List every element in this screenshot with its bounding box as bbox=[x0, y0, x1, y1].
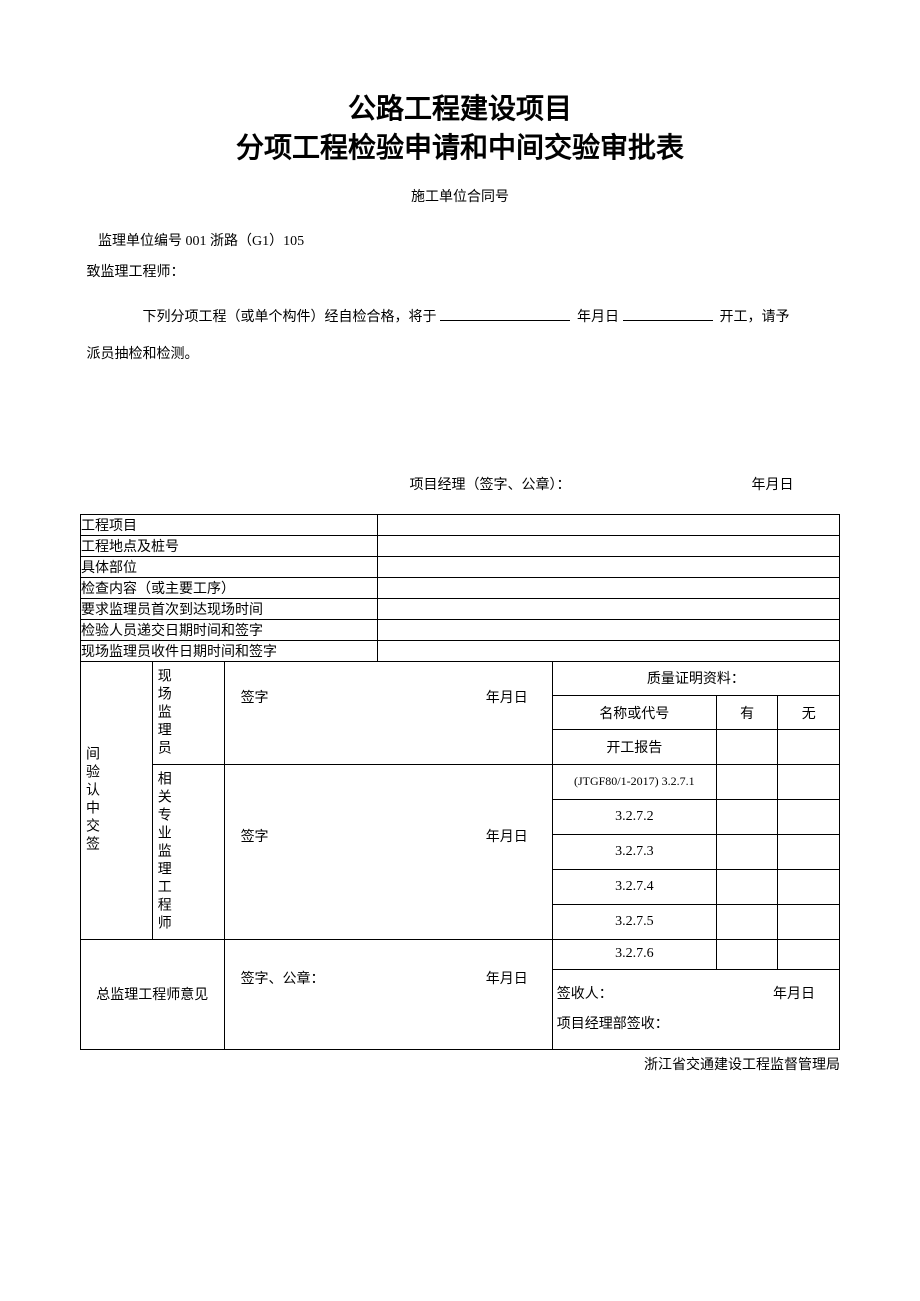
intro-after: 开工，请予 bbox=[720, 310, 790, 325]
recv-block[interactable]: 项目经理部签收： 签收人： 年月日 bbox=[552, 969, 839, 1049]
mid-group: 间验认中交签 bbox=[81, 661, 153, 939]
mid-role2-sign-area[interactable]: 签字 年月日 bbox=[224, 764, 552, 939]
title-line-1: 公路工程建设项目 bbox=[348, 94, 572, 125]
cert-item-5: 3.2.7.5 bbox=[552, 904, 716, 939]
cert-item-1: (JTGF80/1-2017) 3.2.7.1 bbox=[552, 764, 716, 799]
label-location: 工程地点及桩号 bbox=[81, 535, 378, 556]
cert-yes-5[interactable] bbox=[716, 904, 778, 939]
value-part[interactable] bbox=[378, 556, 840, 577]
label-site-receive: 现场监理员收件日期时间和签字 bbox=[81, 640, 378, 661]
cert-item-0: 开工报告 bbox=[552, 730, 716, 764]
recv-person-label: 签收人： bbox=[557, 983, 613, 1003]
mid-role1: 现场监理员 bbox=[152, 661, 224, 764]
page-title: 公路工程建设项目 分项工程检验申请和中间交验审批表 bbox=[80, 90, 840, 168]
cert-no-header: 无 bbox=[778, 695, 840, 729]
cert-no-0[interactable] bbox=[778, 730, 840, 764]
cert-no-1[interactable] bbox=[778, 764, 840, 799]
label-inspector-submit: 检验人员递交日期时间和签字 bbox=[81, 619, 378, 640]
mid-role2: 相关专业监理工程师 bbox=[152, 764, 224, 939]
footer: 浙江省交通建设工程监督管理局 bbox=[80, 1054, 840, 1074]
cert-item-4: 3.2.7.4 bbox=[552, 869, 716, 904]
row-first-arrival: 要求监理员首次到达现场时间 bbox=[81, 598, 840, 619]
title-line-2: 分项工程检验申请和中间交验审批表 bbox=[236, 133, 684, 164]
cert-yes-3[interactable] bbox=[716, 834, 778, 869]
cert-yes-0[interactable] bbox=[716, 730, 778, 764]
row-location: 工程地点及桩号 bbox=[81, 535, 840, 556]
cert-name-header: 名称或代号 bbox=[552, 695, 716, 729]
value-inspector-submit[interactable] bbox=[378, 619, 840, 640]
cert-item-6: 3.2.7.6 bbox=[552, 939, 716, 969]
cert-yes-4[interactable] bbox=[716, 869, 778, 904]
value-project[interactable] bbox=[378, 514, 840, 535]
value-site-receive[interactable] bbox=[378, 640, 840, 661]
value-content[interactable] bbox=[378, 577, 840, 598]
value-location[interactable] bbox=[378, 535, 840, 556]
cert-no-2[interactable] bbox=[778, 799, 840, 834]
date-blank-2[interactable] bbox=[623, 306, 713, 321]
pm-sig-label: 项目经理（签字、公章）： bbox=[307, 471, 674, 502]
opinion-label: 总监理工程师意见 bbox=[81, 939, 225, 1049]
label-part: 具体部位 bbox=[81, 556, 378, 577]
pm-sig-date: 年月日 bbox=[674, 471, 794, 502]
label-project: 工程项目 bbox=[81, 514, 378, 535]
cert-no-6[interactable] bbox=[778, 939, 840, 969]
cert-no-4[interactable] bbox=[778, 869, 840, 904]
form-table: 致监理工程师： 下列分项工程（或单个构件）经自检合格，将于 年月日 开工，请予 … bbox=[80, 252, 840, 1049]
value-first-arrival[interactable] bbox=[378, 598, 840, 619]
row-part: 具体部位 bbox=[81, 556, 840, 577]
row-project: 工程项目 bbox=[81, 514, 840, 535]
mid-role1-sign-area[interactable]: 签字 年月日 bbox=[224, 661, 552, 764]
intro-mid: 年月日 bbox=[577, 310, 619, 325]
mid-role1-date-label: 年月日 bbox=[486, 687, 528, 707]
intro-tail: 派员抽检和检测。 bbox=[87, 340, 834, 371]
cert-item-3: 3.2.7.3 bbox=[552, 834, 716, 869]
subheader: 施工单位合同号 bbox=[80, 186, 840, 206]
mid-role2-date-label: 年月日 bbox=[486, 826, 528, 846]
cert-no-3[interactable] bbox=[778, 834, 840, 869]
cert-yes-1[interactable] bbox=[716, 764, 778, 799]
cert-yes-header: 有 bbox=[716, 695, 778, 729]
intro-body: 下列分项工程（或单个构件）经自检合格，将于 年月日 开工，请予 bbox=[87, 303, 834, 334]
opinion-sign-area[interactable]: 签字、公章： 年月日 bbox=[224, 939, 552, 1049]
mid-role1-sign-label: 签字 bbox=[241, 687, 269, 707]
mid-role2-sign-label: 签字 bbox=[241, 826, 269, 846]
cert-yes-2[interactable] bbox=[716, 799, 778, 834]
row-content: 检查内容（或主要工序） bbox=[81, 577, 840, 598]
row-site-receive: 现场监理员收件日期时间和签字 bbox=[81, 640, 840, 661]
reference-line: 监理单位编号 001 浙路（G1）105 bbox=[98, 230, 838, 250]
recv-date-label: 年月日 bbox=[773, 983, 815, 1003]
pm-signature-row: 项目经理（签字、公章）： 年月日 bbox=[87, 431, 834, 514]
cert-no-5[interactable] bbox=[778, 904, 840, 939]
cert-item-2: 3.2.7.2 bbox=[552, 799, 716, 834]
opinion-sign-label: 签字、公章： bbox=[241, 968, 325, 988]
intro-before: 下列分项工程（或单个构件）经自检合格，将于 bbox=[143, 310, 437, 325]
cert-yes-6[interactable] bbox=[716, 939, 778, 969]
label-content: 检查内容（或主要工序） bbox=[81, 577, 378, 598]
opinion-date-label: 年月日 bbox=[486, 968, 528, 988]
salutation: 致监理工程师： bbox=[87, 258, 834, 289]
label-first-arrival: 要求监理员首次到达现场时间 bbox=[81, 598, 378, 619]
recv-title: 项目经理部签收： bbox=[557, 1013, 669, 1033]
cert-title: 质量证明资料： bbox=[552, 661, 839, 695]
date-blank-1[interactable] bbox=[440, 306, 570, 321]
intro-block: 致监理工程师： 下列分项工程（或单个构件）经自检合格，将于 年月日 开工，请予 … bbox=[81, 252, 840, 513]
row-inspector-submit: 检验人员递交日期时间和签字 bbox=[81, 619, 840, 640]
